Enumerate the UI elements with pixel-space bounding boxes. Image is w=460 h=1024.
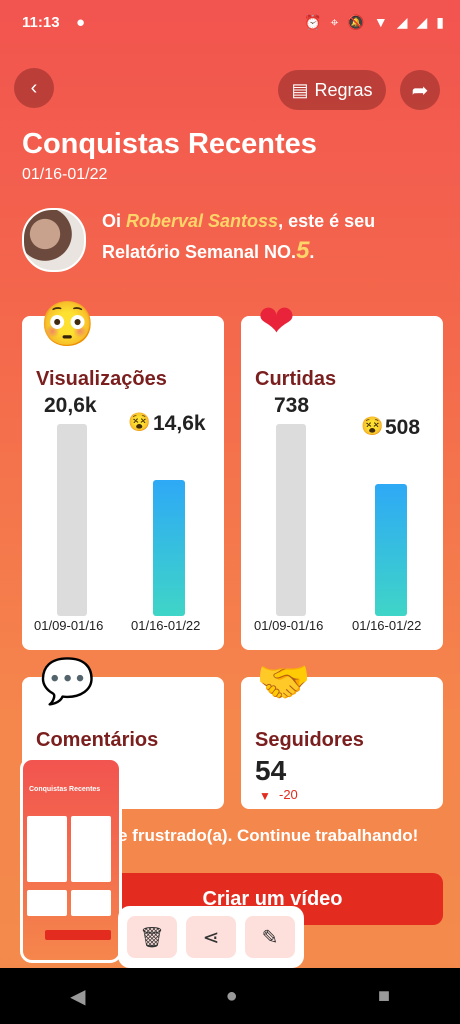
likes-prev-bar bbox=[276, 424, 306, 616]
likes-curr-date: 01/16-01/22 bbox=[352, 618, 422, 633]
avatar bbox=[22, 208, 86, 272]
dizzy-face-icon: 😵 bbox=[128, 412, 151, 432]
likes-curr-bar bbox=[375, 484, 407, 616]
views-curr-bar bbox=[153, 480, 185, 616]
dizzy-face-icon-2: 😵 bbox=[361, 416, 384, 436]
screenshot-thumbnail[interactable]: Conquistas Recentes bbox=[20, 757, 122, 963]
likes-prev-value: 738 bbox=[274, 394, 310, 417]
views-card: Visualizações 20,6k 😵 14,6k 01/09-01/16 … bbox=[22, 316, 224, 650]
document-icon: ▤ bbox=[291, 79, 309, 100]
likes-curr-value: 508 bbox=[385, 416, 421, 439]
share-icon: ⋖ bbox=[202, 926, 220, 949]
thumbnail-card-1 bbox=[27, 816, 67, 882]
followers-delta: -20 bbox=[279, 787, 298, 802]
views-prev-bar bbox=[57, 424, 87, 616]
battery-icon: ▮ bbox=[436, 14, 444, 30]
eyes-emoji-icon: 😳 bbox=[40, 300, 95, 349]
views-prev-value: 20,6k bbox=[44, 394, 97, 417]
status-time: 11:13 bbox=[22, 14, 60, 31]
status-bar: 11:13 ● ⏰ ⌖ 🔕 ▼ ◢ ◢ ▮ bbox=[0, 0, 460, 48]
page-title: Conquistas Recentes bbox=[22, 128, 317, 160]
share-button[interactable]: ➦ bbox=[400, 70, 440, 110]
down-triangle-icon: ▼ bbox=[259, 789, 271, 803]
edit-button[interactable]: ✎ bbox=[245, 916, 295, 958]
comments-label: Comentários bbox=[36, 729, 159, 751]
notification-icon: ● bbox=[76, 14, 86, 31]
date-range: 01/16-01/22 bbox=[22, 166, 108, 183]
greeting-end: . bbox=[309, 242, 315, 262]
greeting: Oi Roberval Santoss, este é seu Relatóri… bbox=[102, 206, 442, 267]
thumbnail-card-2 bbox=[71, 816, 111, 882]
trash-icon: 🗑 bbox=[139, 926, 165, 949]
greeting-middle: , este é seu bbox=[278, 211, 376, 231]
signal-icon: ◢ bbox=[396, 14, 408, 30]
handshake-icon: 🤝 bbox=[256, 658, 311, 707]
chevron-left-icon: ‹ bbox=[30, 76, 38, 99]
heart-icon: ❤ bbox=[258, 297, 295, 346]
pencil-icon: ✎ bbox=[261, 926, 279, 949]
nav-home-icon[interactable]: ● bbox=[226, 985, 238, 1008]
views-prev-date: 01/09-01/16 bbox=[34, 618, 104, 633]
thumbnail-title: Conquistas Recentes bbox=[29, 786, 101, 793]
system-nav-bar: ◀ ● ■ bbox=[0, 968, 460, 1024]
likes-prev-date: 01/09-01/16 bbox=[254, 618, 324, 633]
wifi-icon: ▼ bbox=[373, 14, 388, 30]
rules-label: Regras bbox=[314, 79, 373, 100]
location-icon: ⌖ bbox=[330, 14, 339, 30]
mute-icon: 🔕 bbox=[347, 14, 365, 30]
views-curr-date: 01/16-01/22 bbox=[131, 618, 201, 633]
views-label: Visualizações bbox=[36, 368, 167, 390]
nav-recents-icon[interactable]: ■ bbox=[378, 985, 390, 1008]
followers-label: Seguidores bbox=[255, 729, 364, 751]
encouragement-text: e frustrado(a). Continue trabalhando! bbox=[118, 826, 419, 845]
followers-value: 54 bbox=[255, 755, 287, 786]
nav-back-icon[interactable]: ◀ bbox=[70, 984, 85, 1009]
likes-label: Curtidas bbox=[255, 368, 337, 390]
share-screenshot-button[interactable]: ⋖ bbox=[186, 916, 236, 958]
likes-card: Curtidas 738 😵 508 01/09-01/16 01/16-01/… bbox=[241, 316, 443, 650]
screenshot-actions: 🗑 ⋖ ✎ bbox=[118, 906, 304, 968]
speech-bubble-icon: 💬 bbox=[40, 657, 95, 706]
views-curr-value: 14,6k bbox=[153, 412, 206, 435]
thumbnail-button bbox=[45, 930, 111, 940]
thumbnail-card-3 bbox=[27, 890, 67, 916]
share-arrow-icon: ➦ bbox=[411, 79, 429, 102]
greeting-line2: Relatório Semanal NO. bbox=[102, 242, 297, 262]
thumbnail-card-4 bbox=[71, 890, 111, 916]
report-number: 5 bbox=[296, 237, 310, 264]
rules-button[interactable]: ▤ Regras bbox=[278, 70, 386, 110]
alarm-icon: ⏰ bbox=[304, 14, 322, 30]
status-icons: ⏰ ⌖ 🔕 ▼ ◢ ◢ ▮ bbox=[304, 14, 444, 31]
user-name: Roberval Santoss bbox=[126, 211, 279, 231]
delete-button[interactable]: 🗑 bbox=[127, 916, 177, 958]
back-button[interactable]: ‹ bbox=[14, 68, 54, 108]
greeting-prefix: Oi bbox=[102, 211, 127, 231]
signal2-icon: ◢ bbox=[416, 14, 428, 30]
